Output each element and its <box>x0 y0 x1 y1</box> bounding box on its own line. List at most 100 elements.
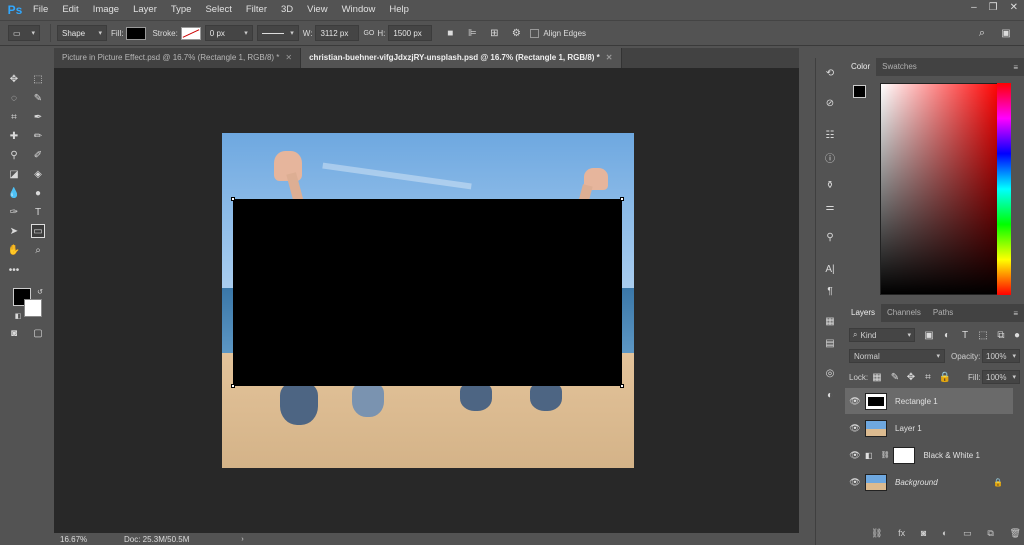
height-field[interactable]: 1500 px <box>388 25 433 41</box>
filter-adjustment-icon[interactable]: ◐ <box>939 327 955 343</box>
link-layers-icon[interactable]: ⛓ <box>871 528 882 542</box>
layer-row-rectangle-1[interactable]: 👁 Rectangle 1 <box>845 388 1013 414</box>
tab-picture-in-picture[interactable]: Picture in Picture Effect.psd @ 16.7% (R… <box>54 48 302 68</box>
menu-3d[interactable]: 3D <box>274 0 300 20</box>
tool-preset-picker[interactable]: ▭ ▾ <box>8 25 40 41</box>
pen-tool-icon[interactable]: ✑ <box>7 205 21 219</box>
transform-handle[interactable] <box>620 197 624 201</box>
hue-slider[interactable] <box>997 83 1011 295</box>
crop-tool-icon[interactable]: ⌗ <box>7 110 21 124</box>
menu-edit[interactable]: Edit <box>55 0 85 20</box>
status-menu-icon[interactable]: › <box>241 536 243 543</box>
zoom-level[interactable]: 16.67% <box>60 535 108 544</box>
zoom-tool-icon[interactable]: ⌕ <box>31 243 45 257</box>
menu-select[interactable]: Select <box>198 0 238 20</box>
add-mask-icon[interactable]: ◙ <box>921 528 926 542</box>
align-edges-checkbox[interactable] <box>530 28 540 38</box>
blur-tool-icon[interactable]: 💧 <box>7 186 21 200</box>
styles-icon[interactable]: ▦ <box>822 314 838 328</box>
stroke-width-field[interactable]: 0 px ▾ <box>204 25 253 41</box>
more-tools-icon[interactable]: ••• <box>7 263 21 277</box>
eye-icon[interactable]: 👁 <box>845 423 865 434</box>
tab-color[interactable]: Color <box>845 58 877 76</box>
lock-artboard-icon[interactable]: ⌗ <box>920 369 936 385</box>
info-icon[interactable]: ⓘ <box>822 150 838 165</box>
lock-all-icon[interactable]: 🔒 <box>937 369 953 385</box>
lock-position-icon[interactable]: ✥ <box>903 369 919 385</box>
dodge-tool-icon[interactable]: ● <box>31 186 45 200</box>
layer-mask-thumbnail[interactable] <box>893 446 916 464</box>
restore-icon[interactable]: ❐ <box>989 2 998 13</box>
properties-icon[interactable]: ⊘ <box>822 96 838 110</box>
paths-icon[interactable]: ◐ <box>822 388 838 402</box>
layer-row-background[interactable]: 👁 Background 🔒 <box>845 469 1013 495</box>
background-color-swatch[interactable] <box>24 299 42 317</box>
eye-icon[interactable]: 👁 <box>845 450 865 461</box>
settings-gear-icon[interactable]: ⚙ <box>508 25 524 41</box>
new-layer-icon[interactable]: ⧉ <box>987 528 993 542</box>
menu-filter[interactable]: Filter <box>239 0 274 20</box>
eraser-tool-icon[interactable]: ◪ <box>7 167 21 181</box>
rectangle-tool-icon[interactable]: ▭ <box>31 224 45 238</box>
path-operations-icon[interactable]: ■ <box>442 25 458 41</box>
move-tool-icon[interactable]: ✥ <box>7 72 21 86</box>
paragraph-icon[interactable]: ¶ <box>822 284 838 298</box>
lock-image-icon[interactable]: ✎ <box>887 369 903 385</box>
width-field[interactable]: 3112 px <box>315 25 360 41</box>
eyedropper-tool-icon[interactable]: ✒ <box>31 110 45 124</box>
eye-icon[interactable]: 👁 <box>845 477 865 488</box>
screen-mode-icon[interactable]: ▢ <box>31 326 45 340</box>
chain-link-icon[interactable]: ⛓ <box>881 451 890 459</box>
filter-type-icon[interactable]: T <box>957 327 973 343</box>
menu-image[interactable]: Image <box>86 0 126 20</box>
history-brush-tool-icon[interactable]: ✐ <box>31 148 45 162</box>
layer-row-layer-1[interactable]: 👁 Layer 1 <box>845 415 1013 441</box>
panel-menu-icon[interactable]: ≡ <box>1013 309 1018 318</box>
filter-toggle-icon[interactable]: ● <box>1009 327 1024 343</box>
transform-handle[interactable] <box>231 384 235 388</box>
tab-channels[interactable]: Channels <box>881 304 927 322</box>
eye-icon[interactable]: 👁 <box>845 396 865 407</box>
new-adjustment-icon[interactable]: ◐ <box>942 528 947 542</box>
brush-tool-icon[interactable]: ✏ <box>31 129 45 143</box>
minimize-icon[interactable]: – <box>971 2 977 13</box>
character-icon[interactable]: A| <box>822 262 838 276</box>
layer-filter-select[interactable]: ⌕ Kind ▾ <box>849 328 915 342</box>
close-tab-icon[interactable]: ✕ <box>285 53 292 62</box>
path-arrangement-icon[interactable]: ⊞ <box>486 25 502 41</box>
color-field[interactable] <box>880 83 1001 295</box>
filter-smart-object-icon[interactable]: ⧉ <box>993 327 1009 343</box>
clone-stamp-tool-icon[interactable]: ⚲ <box>7 148 21 162</box>
notes-icon[interactable]: ▤ <box>822 336 838 350</box>
path-selection-tool-icon[interactable]: ➤ <box>7 224 21 238</box>
quick-mask-icon[interactable]: ◙ <box>7 326 21 340</box>
fill-swatch[interactable] <box>126 26 147 40</box>
transform-handle[interactable] <box>231 197 235 201</box>
marquee-tool-icon[interactable]: ⬚ <box>31 72 45 86</box>
type-tool-icon[interactable]: T <box>31 205 45 219</box>
tab-layers[interactable]: Layers <box>845 304 882 322</box>
hand-tool-icon[interactable]: ✋ <box>7 243 21 257</box>
tab-swatches[interactable]: Swatches <box>876 58 923 76</box>
filter-shape-icon[interactable]: ⬚ <box>975 327 991 343</box>
menu-layer[interactable]: Layer <box>126 0 164 20</box>
menu-file[interactable]: File <box>26 0 55 20</box>
quick-select-tool-icon[interactable]: ✎ <box>31 91 45 105</box>
menu-view[interactable]: View <box>300 0 334 20</box>
stroke-swatch[interactable] <box>180 26 201 40</box>
stroke-type-select[interactable]: ▾ <box>256 25 299 41</box>
close-tab-icon[interactable]: ✕ <box>606 53 613 62</box>
workspace-icon[interactable]: ▣ <box>998 25 1014 41</box>
path-alignment-icon[interactable]: ⊫ <box>464 25 480 41</box>
channels-icon[interactable]: ◎ <box>822 366 838 380</box>
delete-layer-icon[interactable]: 🗑 <box>1010 528 1021 542</box>
close-icon[interactable]: ✕ <box>1010 2 1018 13</box>
history-icon[interactable]: ⟲ <box>822 66 838 80</box>
libraries-icon[interactable]: ☷ <box>822 128 838 142</box>
menu-window[interactable]: Window <box>335 0 383 20</box>
tab-paths[interactable]: Paths <box>927 304 959 322</box>
mode-select[interactable]: Shape ▾ <box>57 25 107 41</box>
search-icon[interactable]: ⌕ <box>974 25 990 41</box>
rectangle-shape[interactable] <box>233 199 622 386</box>
panel-menu-icon[interactable]: ≡ <box>1013 63 1018 72</box>
